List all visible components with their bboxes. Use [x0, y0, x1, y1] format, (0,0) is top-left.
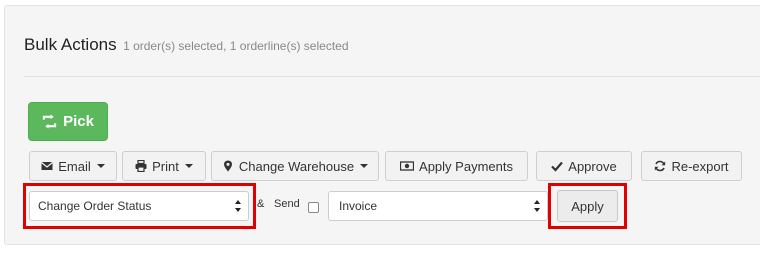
ampersand-label: &: [257, 198, 265, 210]
page-title: Bulk Actions: [24, 35, 117, 54]
divider: [24, 76, 760, 77]
envelope-icon: [41, 162, 54, 170]
retweet-icon: [42, 114, 57, 129]
bulk-actions-heading: Bulk Actions 1 order(s) selected, 1 orde…: [24, 35, 349, 55]
refresh-icon: [655, 160, 666, 172]
re-export-label: Re-export: [671, 158, 729, 174]
chevron-down-icon: [184, 164, 193, 168]
printer-icon: [135, 160, 147, 172]
apply-payments-button[interactable]: Apply Payments: [385, 151, 528, 181]
highlight-box-apply-button: [548, 183, 627, 229]
approve-label: Approve: [568, 158, 617, 174]
email-label: Email: [58, 158, 91, 174]
re-export-button[interactable]: Re-export: [641, 151, 742, 181]
select-arrows-icon: [534, 200, 540, 212]
chevron-down-icon: [96, 164, 105, 168]
document-type-select[interactable]: Invoice: [328, 191, 548, 221]
change-warehouse-dropdown-button[interactable]: Change Warehouse: [211, 151, 379, 181]
pick-button[interactable]: Pick: [28, 102, 108, 141]
send-label: Send: [274, 198, 300, 210]
print-label: Print: [152, 158, 179, 174]
selection-summary: 1 order(s) selected, 1 orderline(s) sele…: [123, 39, 349, 53]
money-icon: [400, 161, 415, 171]
check-icon: [551, 161, 564, 172]
document-type-select-value: Invoice: [339, 199, 378, 213]
apply-payments-label: Apply Payments: [419, 158, 513, 174]
change-warehouse-label: Change Warehouse: [238, 158, 355, 174]
chevron-down-icon: [360, 164, 369, 168]
email-dropdown-button[interactable]: Email: [29, 151, 117, 181]
highlight-box-status-select: [23, 183, 256, 229]
send-checkbox[interactable]: [308, 202, 319, 213]
approve-button[interactable]: Approve: [536, 151, 632, 181]
pick-label: Pick: [63, 113, 94, 130]
map-marker-icon: [223, 160, 232, 172]
print-dropdown-button[interactable]: Print: [122, 151, 206, 181]
